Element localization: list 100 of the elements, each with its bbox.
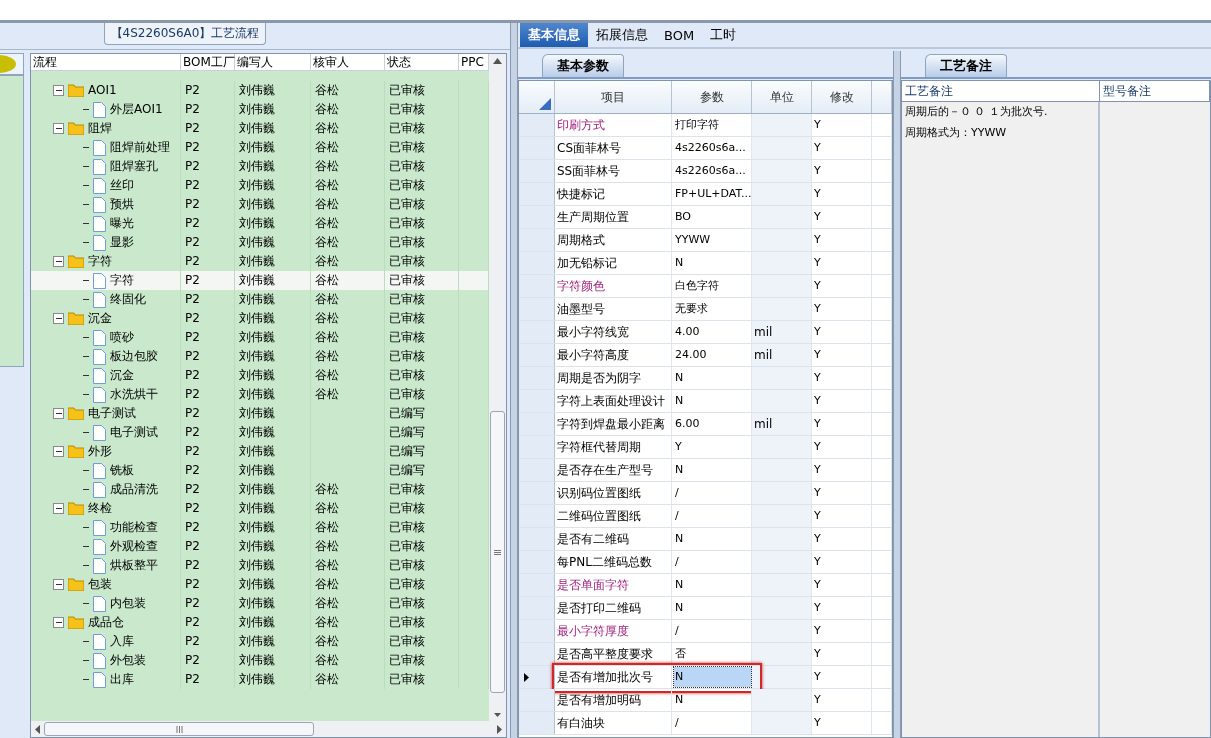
param-row[interactable]: 识别码位置图纸 / Y <box>519 482 892 505</box>
param-value[interactable]: 无要求 <box>674 299 751 319</box>
param-row[interactable]: 周期格式 YYWW Y <box>519 229 892 252</box>
tree-row[interactable]: 丝印 P2 刘伟巍 谷松 已审核 <box>31 176 489 195</box>
param-value[interactable]: N <box>674 667 751 687</box>
param-value[interactable]: Y <box>674 437 751 457</box>
collapse-icon[interactable] <box>53 446 64 457</box>
tree-row[interactable]: 曝光 P2 刘伟巍 谷松 已审核 <box>31 214 489 233</box>
param-row[interactable]: 生产周期位置 BO Y <box>519 206 892 229</box>
param-value[interactable]: 否 <box>674 644 751 664</box>
tab[interactable]: 基本信息 <box>520 23 588 47</box>
param-row[interactable]: 字符到焊盘最小距离 6.00 mil Y <box>519 413 892 436</box>
column-header[interactable]: 状态 <box>385 54 459 70</box>
tree-row[interactable]: 成品仓 P2 刘伟巍 谷松 已审核 <box>31 613 489 632</box>
param-row[interactable]: 是否单面字符 N Y <box>519 574 892 597</box>
tree-row[interactable]: 外包装 P2 刘伟巍 谷松 已审核 <box>31 651 489 670</box>
tree-row[interactable]: 外层AOI1 P2 刘伟巍 谷松 已审核 <box>31 100 489 119</box>
tree-row[interactable]: 阻焊塞孔 P2 刘伟巍 谷松 已审核 <box>31 157 489 176</box>
column-header[interactable]: 参数 <box>672 81 752 113</box>
tab[interactable]: 基本参数 <box>542 54 624 77</box>
tree-row[interactable]: 显影 P2 刘伟巍 谷松 已审核 <box>31 233 489 252</box>
param-value[interactable]: / <box>674 483 751 503</box>
collapse-icon[interactable] <box>53 313 64 324</box>
tree-row[interactable]: 入库 P2 刘伟巍 谷松 已审核 <box>31 632 489 651</box>
param-row[interactable]: 是否有增加明码 N Y <box>519 689 892 712</box>
tree-row[interactable]: 成品清洗 P2 刘伟巍 谷松 已审核 <box>31 480 489 499</box>
param-value[interactable]: 24.00 <box>674 345 751 365</box>
param-row[interactable]: 是否打印二维码 N Y <box>519 597 892 620</box>
column-header[interactable]: 修改 <box>812 81 872 113</box>
column-header[interactable]: 单位 <box>752 81 812 113</box>
tree-row[interactable]: 出库 P2 刘伟巍 谷松 已审核 <box>31 670 489 689</box>
collapse-icon[interactable] <box>53 85 64 96</box>
param-row[interactable]: 是否高平整度要求 否 Y <box>519 643 892 666</box>
param-value[interactable]: / <box>674 621 751 641</box>
tab[interactable]: 工时 <box>702 23 745 47</box>
param-value[interactable]: FP+UL+DAT... <box>674 184 751 204</box>
param-value[interactable]: 4s2260s6a... <box>674 161 751 181</box>
tree-row[interactable]: 电子测试 P2 刘伟巍 已编写 <box>31 423 489 442</box>
scroll-right-icon[interactable] <box>497 724 502 734</box>
column-header[interactable]: BOM工厂 <box>181 54 235 70</box>
tree-row[interactable]: 阻焊 P2 刘伟巍 谷松 已审核 <box>31 119 489 138</box>
tree-row[interactable]: 功能检查 P2 刘伟巍 谷松 已审核 <box>31 518 489 537</box>
param-value[interactable]: N <box>674 391 751 411</box>
scroll-down-icon[interactable] <box>494 713 501 717</box>
param-row[interactable]: 快捷标记 FP+UL+DAT... Y <box>519 183 892 206</box>
param-row[interactable]: 印刷方式 打印字符 Y <box>519 114 892 137</box>
param-value[interactable]: BO <box>674 207 751 227</box>
tab[interactable]: 工艺备注 <box>925 54 1007 77</box>
tree-row[interactable]: 包装 P2 刘伟巍 谷松 已审核 <box>31 575 489 594</box>
param-row[interactable]: 是否有二维码 N Y <box>519 528 892 551</box>
param-row[interactable]: SS面菲林号 4s2260s6a... Y <box>519 160 892 183</box>
column-header[interactable]: 流程 <box>31 54 181 70</box>
tree-row[interactable]: 终检 P2 刘伟巍 谷松 已审核 <box>31 499 489 518</box>
tree-row[interactable]: 沉金 P2 刘伟巍 谷松 已审核 <box>31 366 489 385</box>
param-value[interactable]: N <box>674 575 751 595</box>
param-row[interactable]: 是否存在生产型号 N Y <box>519 459 892 482</box>
scroll-up-icon[interactable] <box>493 58 502 64</box>
param-row[interactable]: 是否有增加批次号 N Y <box>519 666 892 689</box>
vertical-scrollbar[interactable] <box>489 54 506 721</box>
tree-row[interactable]: 预烘 P2 刘伟巍 谷松 已审核 <box>31 195 489 214</box>
param-value[interactable]: N <box>674 460 751 480</box>
param-value[interactable]: N <box>674 598 751 618</box>
tab[interactable]: BOM <box>656 23 703 47</box>
param-row[interactable]: 每PNL二维码总数 / Y <box>519 551 892 574</box>
param-value[interactable]: YYWW <box>674 230 751 250</box>
tree-row[interactable]: 板边包胶 P2 刘伟巍 谷松 已审核 <box>31 347 489 366</box>
tree-row[interactable]: AOI1 P2 刘伟巍 谷松 已审核 <box>31 81 489 100</box>
collapse-icon[interactable] <box>53 503 64 514</box>
param-value[interactable]: 打印字符 <box>674 115 751 135</box>
param-row[interactable]: 最小字符厚度 / Y <box>519 620 892 643</box>
tree-row[interactable]: 终固化 P2 刘伟巍 谷松 已审核 <box>31 290 489 309</box>
tree-row[interactable]: 喷砂 P2 刘伟巍 谷松 已审核 <box>31 328 489 347</box>
collapse-icon[interactable] <box>53 408 64 419</box>
column-header[interactable]: 核审人 <box>311 54 385 70</box>
param-row[interactable]: 油墨型号 无要求 Y <box>519 298 892 321</box>
tree-row[interactable]: 内包装 P2 刘伟巍 谷松 已审核 <box>31 594 489 613</box>
param-row[interactable]: CS面菲林号 4s2260s6a... Y <box>519 137 892 160</box>
tab[interactable]: 拓展信息 <box>588 23 656 47</box>
tree-row[interactable]: 阻焊前处理 P2 刘伟巍 谷松 已审核 <box>31 138 489 157</box>
tree-row[interactable]: 水洗烘干 P2 刘伟巍 谷松 已审核 <box>31 385 489 404</box>
param-value[interactable]: 6.00 <box>674 414 751 434</box>
column-header[interactable]: 型号备注 <box>1100 81 1210 101</box>
param-value[interactable]: / <box>674 506 751 526</box>
param-value[interactable]: N <box>674 529 751 549</box>
collapse-icon[interactable] <box>53 123 64 134</box>
horizontal-scrollbar[interactable] <box>31 721 506 737</box>
param-row[interactable]: 最小字符高度 24.00 mil Y <box>519 344 892 367</box>
param-value[interactable]: 白色字符 <box>674 276 751 296</box>
tree-row[interactable]: 沉金 P2 刘伟巍 谷松 已审核 <box>31 309 489 328</box>
param-value[interactable]: 4.00 <box>674 322 751 342</box>
param-value[interactable]: N <box>674 690 751 710</box>
scroll-left-icon[interactable] <box>35 724 40 734</box>
param-value[interactable]: 4s2260s6a... <box>674 138 751 158</box>
tree-row[interactable]: 外形 P2 刘伟巍 已编写 <box>31 442 489 461</box>
param-row[interactable]: 有白油块 / Y <box>519 712 892 735</box>
param-value[interactable]: / <box>674 713 751 733</box>
param-row[interactable]: 字符上表面处理设计 N Y <box>519 390 892 413</box>
param-value[interactable]: N <box>674 368 751 388</box>
tree-row[interactable]: 字符 P2 刘伟巍 谷松 已审核 <box>31 271 489 290</box>
tree-row[interactable]: 外观检查 P2 刘伟巍 谷松 已审核 <box>31 537 489 556</box>
